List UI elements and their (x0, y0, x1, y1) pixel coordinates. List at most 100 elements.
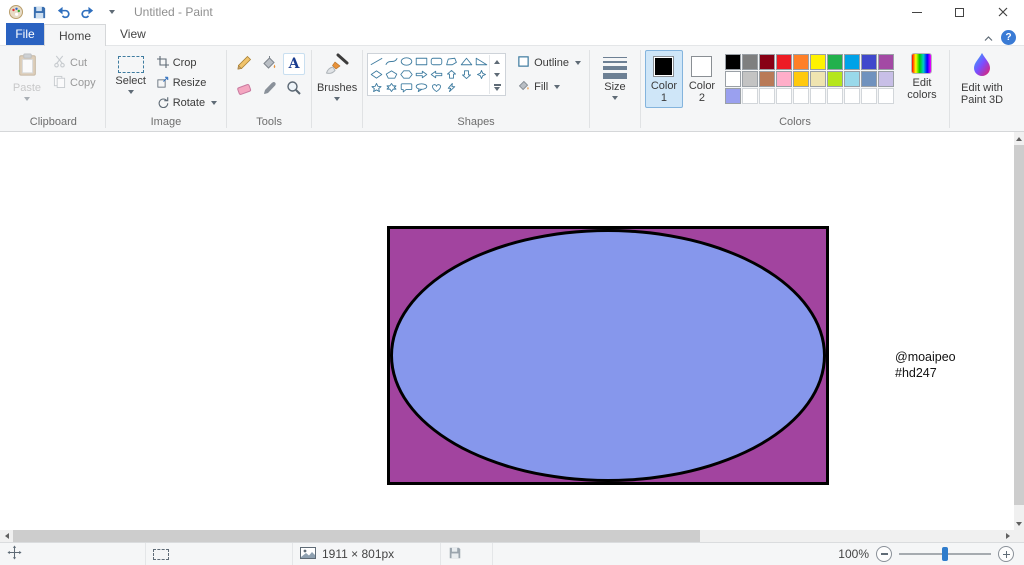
shape-rectangle[interactable] (414, 55, 429, 68)
magnifier-tool[interactable] (283, 78, 305, 100)
shape-six-point-star[interactable] (384, 81, 399, 94)
shapes-more-icon[interactable] (490, 81, 504, 94)
shape-five-point-star[interactable] (369, 81, 384, 94)
color-swatch[interactable] (809, 71, 826, 87)
close-button[interactable] (981, 0, 1024, 24)
shapes-scroll-up-icon[interactable] (490, 55, 504, 68)
color-swatch[interactable] (724, 88, 741, 104)
shape-curve[interactable] (384, 55, 399, 68)
shapes-scroll-down-icon[interactable] (490, 68, 504, 81)
zoom-in-button[interactable] (998, 546, 1014, 562)
color-swatch-empty[interactable] (741, 88, 758, 104)
color-swatch-empty[interactable] (758, 88, 775, 104)
save-icon[interactable] (31, 4, 48, 21)
scroll-up-icon[interactable] (1014, 132, 1024, 145)
maximize-button[interactable] (938, 0, 981, 24)
size-button[interactable]: Size (594, 49, 636, 103)
color-swatch[interactable] (775, 54, 792, 70)
zoom-slider[interactable] (899, 546, 991, 562)
scroll-right-icon[interactable] (1001, 530, 1014, 542)
text-tool[interactable]: A (283, 53, 306, 75)
shape-right-triangle[interactable] (474, 55, 489, 68)
tab-home[interactable]: Home (44, 24, 107, 46)
color1-button[interactable]: Color 1 (644, 50, 683, 108)
shape-pentagon[interactable] (384, 68, 399, 81)
fill-button[interactable]: Fill (513, 77, 585, 97)
resize-button[interactable]: Resize (152, 74, 222, 92)
drawing-canvas[interactable]: @moaipeo #hd247 (0, 132, 1014, 530)
shape-down-arrow[interactable] (459, 68, 474, 81)
zoom-out-button[interactable] (876, 546, 892, 562)
color-swatch-empty[interactable] (792, 88, 809, 104)
shape-oval-callout[interactable] (414, 81, 429, 94)
color-swatch[interactable] (826, 54, 843, 70)
redo-icon[interactable] (79, 4, 96, 21)
color-swatch[interactable] (792, 54, 809, 70)
scroll-down-icon[interactable] (1014, 517, 1024, 530)
shape-polygon[interactable] (444, 55, 459, 68)
color-swatch[interactable] (843, 54, 860, 70)
outline-button[interactable]: Outline (513, 53, 585, 73)
tab-view[interactable]: View (106, 23, 160, 45)
select-button[interactable]: Select (110, 49, 152, 97)
shape-heart[interactable] (429, 81, 444, 94)
color-swatch[interactable] (877, 54, 894, 70)
shape-right-arrow[interactable] (414, 68, 429, 81)
pencil-tool[interactable] (233, 53, 255, 75)
help-icon[interactable]: ? (1001, 30, 1016, 45)
color-swatch[interactable] (877, 71, 894, 87)
eraser-tool[interactable] (233, 78, 255, 100)
edit-with-paint3d-button[interactable]: Edit with Paint 3D (954, 49, 1010, 106)
shape-hexagon[interactable] (399, 68, 414, 81)
shape-triangle[interactable] (459, 55, 474, 68)
vertical-scrollbar[interactable] (1014, 132, 1024, 530)
collapse-ribbon-icon[interactable] (984, 31, 993, 45)
shape-line[interactable] (369, 55, 384, 68)
shape-lightning[interactable] (444, 81, 459, 94)
color-swatch-empty[interactable] (843, 88, 860, 104)
color-swatch[interactable] (826, 71, 843, 87)
color-swatch[interactable] (843, 71, 860, 87)
horizontal-scrollbar-thumb[interactable] (13, 530, 700, 542)
horizontal-scrollbar[interactable] (0, 530, 1014, 542)
color-swatch[interactable] (724, 71, 741, 87)
tab-file[interactable]: File (6, 23, 44, 45)
shape-diamond[interactable] (369, 68, 384, 81)
undo-icon[interactable] (55, 4, 72, 21)
minimize-button[interactable] (895, 0, 938, 24)
color-swatch[interactable] (724, 54, 741, 70)
shape-four-point-star[interactable] (474, 68, 489, 81)
zoom-slider-thumb[interactable] (942, 547, 948, 561)
crop-button[interactable]: Crop (152, 54, 222, 72)
color-swatch-empty[interactable] (775, 88, 792, 104)
color-swatch[interactable] (860, 54, 877, 70)
color-swatch[interactable] (741, 54, 758, 70)
shape-up-arrow[interactable] (444, 68, 459, 81)
paste-button[interactable]: Paste (6, 49, 48, 104)
color-swatch[interactable] (860, 71, 877, 87)
shape-rounded-callout[interactable] (399, 81, 414, 94)
edit-colors-button[interactable]: Edit colors (899, 49, 945, 101)
color-swatch-empty[interactable] (877, 88, 894, 104)
brushes-button[interactable]: Brushes (316, 49, 358, 104)
color-picker-tool[interactable] (258, 78, 280, 100)
copy-button[interactable]: Copy (48, 74, 101, 92)
color-swatch[interactable] (792, 71, 809, 87)
shape-rounded-rectangle[interactable] (429, 55, 444, 68)
color-swatch-empty[interactable] (860, 88, 877, 104)
shape-left-arrow[interactable] (429, 68, 444, 81)
color-swatch[interactable] (758, 71, 775, 87)
color2-button[interactable]: Color 2 (683, 50, 721, 108)
color-swatch[interactable] (809, 54, 826, 70)
color-swatch[interactable] (741, 71, 758, 87)
fill-with-color-tool[interactable] (258, 53, 280, 75)
cut-button[interactable]: Cut (48, 54, 101, 72)
color-swatch-empty[interactable] (826, 88, 843, 104)
qat-customize-icon[interactable] (103, 4, 120, 21)
vertical-scrollbar-thumb[interactable] (1014, 145, 1024, 505)
color-swatch[interactable] (775, 71, 792, 87)
shape-oval[interactable] (399, 55, 414, 68)
color-swatch-empty[interactable] (809, 88, 826, 104)
color-swatch[interactable] (758, 54, 775, 70)
rotate-button[interactable]: Rotate (152, 94, 222, 112)
